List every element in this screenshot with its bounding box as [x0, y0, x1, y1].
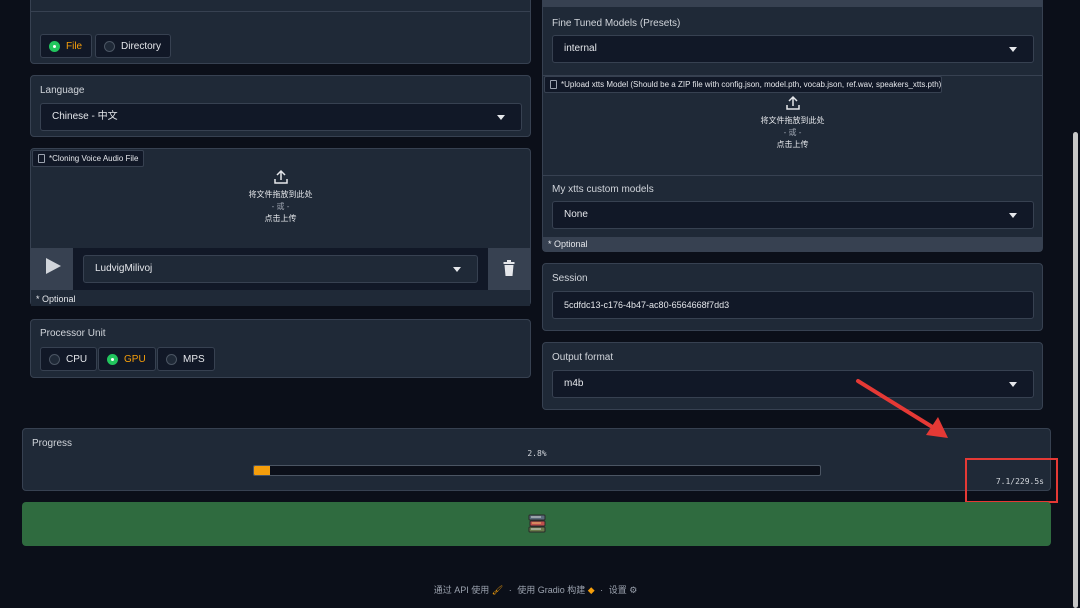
output-format-value: m4b	[564, 378, 584, 389]
output-format-label: Output format	[552, 352, 614, 363]
cloning-voice-file-label: *Cloning Voice Audio File	[32, 150, 145, 167]
voice-dropdown[interactable]: LudvigMilivoj	[83, 255, 478, 283]
radio-mps[interactable]: MPS	[157, 347, 215, 371]
output-format-panel: Output format m4b	[542, 342, 1043, 410]
chevron-down-icon	[497, 115, 505, 120]
trash-icon	[503, 260, 515, 276]
gradio-logo-icon: ◆	[587, 585, 595, 595]
chevron-down-icon	[1009, 382, 1017, 387]
radio-gpu-label: GPU	[124, 353, 146, 365]
play-button[interactable]	[31, 248, 73, 290]
upload-line-2: - 或 -	[271, 202, 290, 211]
page-scrollbar-thumb[interactable]	[1073, 132, 1078, 608]
radio-mps-label: MPS	[183, 353, 205, 365]
custom-models-optional: * Optional	[543, 237, 1042, 251]
settings-link[interactable]: 设置	[609, 585, 627, 595]
footer-separator: ·	[600, 585, 604, 595]
radio-dot	[166, 353, 177, 365]
gear-icon: ⚙	[629, 585, 638, 595]
chevron-down-icon	[1009, 47, 1017, 52]
upload-line-1: 将文件拖放到此处	[760, 116, 825, 125]
cloning-voice-panel: *Cloning Voice Audio File 将文件拖放到此处 - 或 -…	[30, 148, 531, 306]
voice-player-row: LudvigMilivoj	[31, 248, 530, 290]
upload-line-3: 点击上传	[264, 214, 297, 223]
radio-dot	[49, 40, 60, 52]
play-icon	[46, 258, 61, 274]
progress-fill	[254, 466, 270, 475]
language-value: Chinese - 中文	[52, 111, 118, 122]
radio-dot	[104, 40, 115, 52]
language-dropdown[interactable]: Chinese - 中文	[40, 103, 522, 131]
file-icon	[38, 154, 45, 163]
upload-line-2: - 或 -	[783, 128, 802, 137]
xtts-upload-area[interactable]: 将文件拖放到此处 - 或 - 点击上传	[543, 95, 1042, 173]
chevron-down-icon	[1009, 213, 1017, 218]
radio-directory[interactable]: Directory	[95, 34, 172, 58]
model-panel: Fine Tuned Models (Presets) internal *Up…	[542, 0, 1043, 252]
radio-dot	[107, 353, 118, 365]
source-panel: File Directory	[30, 0, 531, 64]
fine-tuned-dropdown[interactable]: internal	[552, 35, 1034, 63]
divider	[543, 175, 1042, 176]
language-panel: Language Chinese - 中文	[30, 75, 531, 137]
annotation-arrow	[856, 379, 948, 438]
convert-button[interactable]	[22, 502, 1051, 546]
radio-file-label: File	[66, 40, 83, 52]
session-field[interactable]: 5cdfdc13-c176-4b47-ac80-6564668f7dd3	[552, 291, 1034, 319]
upload-icon	[273, 169, 288, 184]
processor-label: Processor Unit	[40, 328, 106, 339]
cloning-voice-optional: * Optional	[31, 292, 530, 306]
custom-models-dropdown[interactable]: None	[552, 201, 1034, 229]
use-via-api-link[interactable]: 通过 API 使用	[434, 585, 490, 595]
xtts-upload-file-label: *Upload xtts Model (Should be a ZIP file…	[544, 76, 942, 93]
custom-models-value: None	[564, 209, 588, 220]
radio-file[interactable]: File	[40, 34, 93, 58]
upload-icon	[785, 95, 800, 110]
cloning-voice-upload-area[interactable]: 将文件拖放到此处 - 或 - 点击上传	[31, 169, 530, 245]
custom-models-label: My xtts custom models	[552, 184, 654, 195]
fine-tuned-label: Fine Tuned Models (Presets)	[552, 18, 681, 29]
session-label: Session	[552, 273, 588, 284]
file-icon	[550, 80, 557, 89]
output-format-dropdown[interactable]: m4b	[552, 370, 1034, 398]
radio-cpu[interactable]: CPU	[40, 347, 98, 371]
page-scrollbar-track[interactable]	[1071, 0, 1080, 608]
processor-panel: Processor Unit CPU GPU MPS	[30, 319, 531, 378]
built-with-gradio-link[interactable]: 使用 Gradio 构建	[517, 585, 585, 595]
books-icon	[528, 514, 546, 533]
radio-cpu-label: CPU	[66, 353, 88, 365]
panel-top-strip	[543, 0, 1042, 7]
fine-tuned-value: internal	[564, 43, 597, 54]
radio-gpu[interactable]: GPU	[98, 347, 156, 371]
footer: 通过 API 使用 🖌 · 使用 Gradio 构建 ◆ · 设置 ⚙	[0, 583, 1071, 596]
radio-dot	[49, 353, 60, 365]
progress-label: Progress	[32, 438, 73, 449]
radio-directory-label: Directory	[121, 40, 162, 52]
chevron-down-icon	[453, 267, 461, 272]
annotation-highlight-box	[965, 458, 1058, 503]
divider	[31, 11, 530, 12]
voice-value: LudvigMilivoj	[95, 263, 153, 274]
session-panel: Session 5cdfdc13-c176-4b47-ac80-6564668f…	[542, 263, 1043, 331]
progress-percent: 2.8%	[527, 449, 547, 458]
progress-track	[253, 465, 821, 476]
rocket-icon: 🖌	[491, 585, 504, 595]
language-label: Language	[40, 85, 85, 96]
upload-line-1: 将文件拖放到此处	[248, 190, 313, 199]
upload-line-3: 点击上传	[776, 140, 809, 149]
delete-voice-button[interactable]	[488, 248, 530, 290]
footer-separator: ·	[508, 585, 512, 595]
